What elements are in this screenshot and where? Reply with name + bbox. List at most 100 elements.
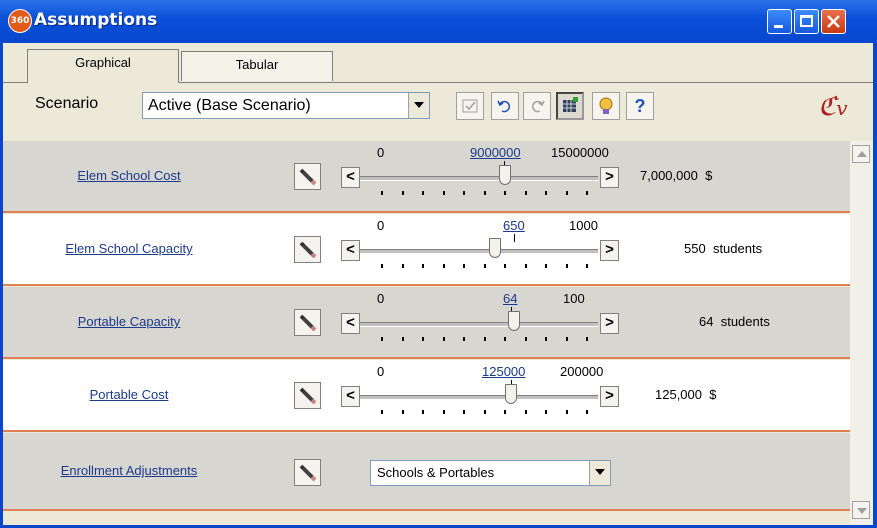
elem-school-cost-link[interactable]: Elem School Cost xyxy=(3,168,255,183)
elem-school-capacity-link[interactable]: Elem School Capacity xyxy=(3,241,255,256)
slider-track[interactable] xyxy=(360,249,598,254)
slider-decrement-button[interactable]: < xyxy=(341,313,360,334)
slider-increment-button[interactable]: > xyxy=(600,313,619,334)
close-button[interactable] xyxy=(821,9,846,34)
help-button[interactable]: ? xyxy=(626,92,654,120)
minimize-button[interactable] xyxy=(767,9,792,34)
value-unit: students xyxy=(712,241,763,256)
slider-tick xyxy=(401,191,404,195)
slider-thumb[interactable] xyxy=(499,165,512,185)
slider-track[interactable] xyxy=(360,395,598,400)
tab-graphical[interactable]: Graphical xyxy=(27,49,179,83)
slider-tick xyxy=(401,264,404,268)
scroll-down-icon xyxy=(857,508,867,514)
slider-tick xyxy=(442,337,445,341)
slider-ticks xyxy=(381,337,591,343)
tab-tabular[interactable]: Tabular xyxy=(181,51,333,81)
slider-tick xyxy=(422,410,424,414)
chevron-down-icon[interactable] xyxy=(589,461,610,485)
assumption-row-elem-school-cost: Elem School Cost 0 9000000 15000000 < > … xyxy=(3,141,850,213)
pencil-icon xyxy=(299,464,317,482)
undo-icon xyxy=(497,100,511,113)
window-client: Graphical Tabular Scenario Active (Base … xyxy=(3,43,873,525)
slider-track[interactable] xyxy=(360,176,598,181)
slider-tick xyxy=(401,410,404,414)
slider-tick xyxy=(381,337,383,341)
window-border-right xyxy=(873,43,877,528)
value-number: 64 xyxy=(699,314,714,329)
toolbar: Scenario Active (Base Scenario) ? ℭv xyxy=(3,83,873,131)
slider-tick xyxy=(565,410,568,414)
edit-button[interactable] xyxy=(294,163,321,190)
slider-tick xyxy=(463,191,465,195)
slider-current-mark xyxy=(514,234,515,242)
close-icon xyxy=(827,15,840,28)
slider-increment-button[interactable]: > xyxy=(600,167,619,188)
slider-track[interactable] xyxy=(360,322,598,327)
slider-thumb[interactable] xyxy=(504,384,517,404)
grid-toggle-button[interactable] xyxy=(556,92,584,120)
slider-tick xyxy=(442,191,445,195)
redo-icon xyxy=(531,100,545,113)
slider-decrement-button[interactable]: < xyxy=(341,167,360,188)
value-display: 125,000 $ xyxy=(655,387,716,402)
edit-button[interactable] xyxy=(294,309,321,336)
slider-current-value[interactable]: 650 xyxy=(503,218,525,233)
scroll-up-button[interactable] xyxy=(852,145,870,163)
slider-min: 0 xyxy=(377,291,385,306)
slider-ticks xyxy=(381,410,591,416)
pencil-icon xyxy=(299,387,317,405)
slider-increment-button[interactable]: > xyxy=(600,386,619,407)
slider-current-value[interactable]: 125000 xyxy=(482,364,525,379)
slider-thumb[interactable] xyxy=(507,311,520,331)
slider-increment-button[interactable]: > xyxy=(600,240,619,261)
slider-current-value[interactable]: 64 xyxy=(503,291,517,306)
tips-button[interactable] xyxy=(592,92,620,120)
scroll-down-button[interactable] xyxy=(852,501,870,519)
scenario-select[interactable]: Active (Base Scenario) xyxy=(142,92,430,119)
slider-tick xyxy=(463,337,465,341)
slider-decrement-button[interactable]: < xyxy=(341,240,360,261)
enrollment-adjustments-link[interactable]: Enrollment Adjustments xyxy=(3,463,255,478)
slider-tick xyxy=(463,410,465,414)
maximize-button[interactable] xyxy=(794,9,819,34)
edit-button[interactable] xyxy=(294,382,321,409)
edit-button[interactable] xyxy=(294,236,321,263)
slider-tick xyxy=(422,191,424,195)
slider-thumb[interactable] xyxy=(488,238,501,258)
assumption-row-portable-capacity: Portable Capacity 0 64 100 < > 64 studen… xyxy=(3,287,850,359)
slider-max: 1000 xyxy=(569,218,598,233)
edit-button[interactable] xyxy=(294,459,321,486)
slider-tick xyxy=(586,410,588,414)
slider-tick xyxy=(524,191,527,195)
assumption-row-portable-cost: Portable Cost 0 125000 200000 < > 125,00… xyxy=(3,360,850,432)
slider-max: 100 xyxy=(563,291,585,306)
title-bar[interactable]: 360 Assumptions xyxy=(0,0,877,47)
slider-tick xyxy=(586,264,588,268)
slider-tick xyxy=(545,191,547,195)
pencil-icon xyxy=(299,314,317,332)
undo-button[interactable] xyxy=(491,92,519,120)
slider-max: 200000 xyxy=(560,364,604,379)
portable-cost-link[interactable]: Portable Cost xyxy=(3,387,255,402)
vertical-scrollbar[interactable] xyxy=(850,141,873,525)
value-unit: students xyxy=(720,314,770,329)
grid-icon xyxy=(563,97,578,112)
slider-current-value[interactable]: 9000000 xyxy=(470,145,521,160)
minimize-icon xyxy=(774,25,783,28)
value-number: 125,000 xyxy=(655,387,702,402)
slider-tick xyxy=(545,264,547,268)
portable-capacity-link[interactable]: Portable Capacity xyxy=(3,314,255,329)
pencil-icon xyxy=(299,241,317,259)
cv-logo: ℭv xyxy=(818,92,848,122)
enrollment-adjustments-select[interactable]: Schools & Portables xyxy=(370,460,611,486)
slider-tick xyxy=(483,410,486,414)
slider-min: 0 xyxy=(377,218,385,233)
value-display: 64 students xyxy=(699,314,770,329)
chevron-down-icon[interactable] xyxy=(408,93,429,118)
save-scenario-button[interactable] xyxy=(456,92,484,120)
redo-button[interactable] xyxy=(523,92,551,120)
slider-tick xyxy=(524,264,527,268)
slider-decrement-button[interactable]: < xyxy=(341,386,360,407)
tab-strip: Graphical Tabular xyxy=(3,43,873,83)
